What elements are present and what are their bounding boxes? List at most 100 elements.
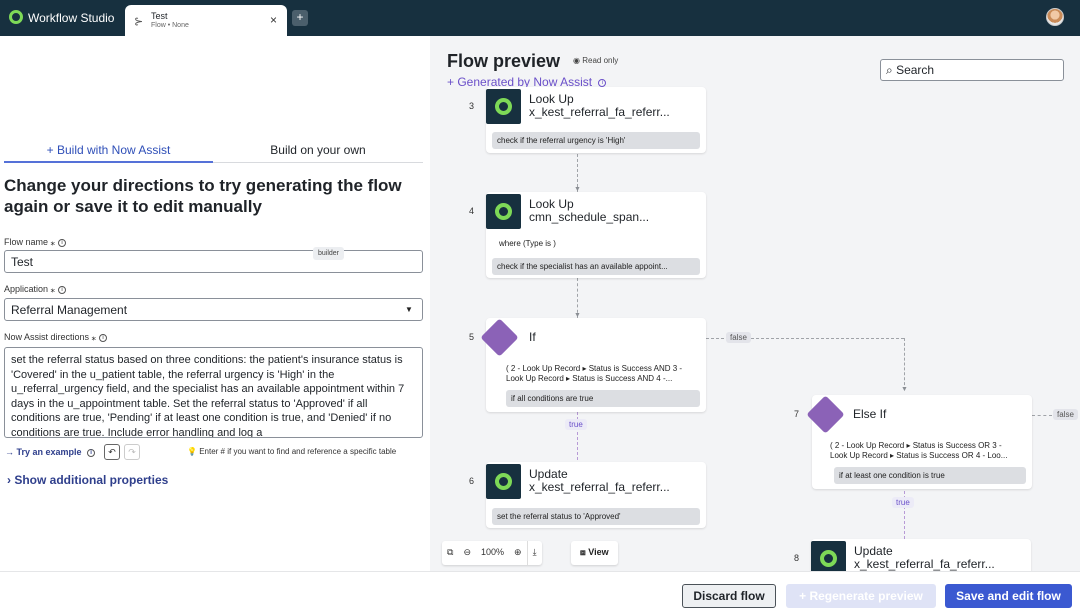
zoom-out-icon[interactable]: ⊖ xyxy=(458,541,476,565)
hint-text: Enter # if you want to find and referenc… xyxy=(199,447,397,456)
footer-actions: Discard flow + Regenerate preview Save a… xyxy=(0,571,1080,612)
step-annotation: if all conditions are true xyxy=(506,390,700,407)
application-label: Application ⁎ i xyxy=(4,284,67,295)
regenerate-preview-button[interactable]: + Regenerate preview xyxy=(786,584,936,608)
user-avatar[interactable] xyxy=(1046,8,1064,26)
table-reference-hint: 💡 Enter # if you want to find and refere… xyxy=(187,447,396,456)
else-if-step-card[interactable]: Else If ( 2 - Look Up Record ▸ Status is… xyxy=(806,395,1032,489)
download-icon[interactable]: ⤓ xyxy=(526,541,542,565)
application-label-text: Application ⁎ xyxy=(4,284,56,294)
step-title: Update x_kest_referral_fa_referr... xyxy=(529,468,670,494)
step-annotation: if at least one condition is true xyxy=(834,467,1026,484)
step-annotation: check if the referral urgency is 'High' xyxy=(492,132,700,149)
condition-line: ( 2 - Look Up Record ▸ Status is Success… xyxy=(830,441,1002,450)
step-number: 6 xyxy=(469,476,475,486)
undo-button[interactable]: ↶ xyxy=(104,444,120,460)
else-if-branch-icon xyxy=(806,395,845,434)
flow-icon: ⊱ xyxy=(134,16,144,28)
discard-flow-button[interactable]: Discard flow xyxy=(682,584,776,608)
flow-step-card[interactable]: Look Up x_kest_referral_fa_referr... che… xyxy=(486,87,706,153)
info-icon[interactable]: i xyxy=(58,238,67,247)
step-table: x_kest_referral_fa_referr... xyxy=(854,557,995,571)
lightbulb-icon: 💡 xyxy=(187,447,197,456)
else-if-condition: ( 2 - Look Up Record ▸ Status is Success… xyxy=(830,441,1030,461)
directions-textarea[interactable]: set the referral status based on three c… xyxy=(4,347,423,438)
view-options-icon: ⧈ xyxy=(580,547,586,557)
directions-label-text: Now Assist directions ⁎ xyxy=(4,332,97,342)
flow-name-label-text: Flow name ⁎ xyxy=(4,237,56,247)
step-title: Look Up x_kest_referral_fa_referr... xyxy=(529,93,670,119)
tab-title: Test xyxy=(151,11,168,21)
page-heading: Change your directions to try generating… xyxy=(4,176,402,216)
step-table: cmn_schedule_span... xyxy=(529,210,650,224)
step-number: 3 xyxy=(469,101,475,111)
step-table: x_kest_referral_fa_referr... xyxy=(529,480,670,494)
tab-subtitle: Flow • None xyxy=(151,22,189,29)
build-panel: + Build with Now Assist Build on your ow… xyxy=(0,36,430,571)
flow-preview-panel: Flow preview ◉ Read only + Generated by … xyxy=(430,36,1080,571)
save-and-edit-flow-button[interactable]: Save and edit flow xyxy=(945,584,1072,608)
step-title: If xyxy=(529,330,536,344)
show-additional-properties[interactable]: › Show additional properties xyxy=(7,473,168,487)
read-only-label: Read only xyxy=(582,56,619,65)
condition-line: Look Up Record ▸ Status is Success OR 4 … xyxy=(830,451,1008,460)
search-input[interactable]: ⌕ Search xyxy=(880,59,1064,81)
servicenow-logo-icon xyxy=(9,10,23,24)
if-step-card[interactable]: If ( 2 - Look Up Record ▸ Status is Succ… xyxy=(480,318,706,412)
step-condition: where (Type is ) xyxy=(499,239,556,248)
connector-line xyxy=(1032,415,1052,416)
tab-test-flow[interactable]: ⊱ Test Flow • None × xyxy=(125,5,287,36)
eye-icon: ◉ xyxy=(573,56,580,65)
search-placeholder: Search xyxy=(896,63,935,77)
if-condition: ( 2 - Look Up Record ▸ Status is Success… xyxy=(506,364,704,384)
info-icon[interactable]: i xyxy=(58,285,67,294)
builder-badge: builder xyxy=(313,247,345,260)
try-example-link[interactable]: → Try an example i xyxy=(5,447,96,457)
application-select[interactable]: Referral Management xyxy=(4,298,423,321)
connector-line xyxy=(904,486,905,539)
condition-line: ( 2 - Look Up Record ▸ Status is Success… xyxy=(506,364,683,373)
false-branch-label: false xyxy=(726,332,751,343)
search-icon: ⌕ xyxy=(886,63,893,77)
redo-button[interactable]: ↷ xyxy=(124,444,140,460)
top-bar: Workflow Studio ⊱ Test Flow • None × + xyxy=(0,0,1080,36)
info-icon[interactable]: i xyxy=(99,333,108,342)
directions-label: Now Assist directions ⁎ i xyxy=(4,332,108,343)
true-branch-label: true xyxy=(565,419,587,430)
arrow-down-icon: ▼ xyxy=(901,386,908,393)
info-icon[interactable]: i xyxy=(87,448,96,457)
try-example-label: Try an example xyxy=(16,447,82,457)
lookup-step-icon xyxy=(486,194,521,229)
zoom-toolbar: ⧉ ⊖ 100% ⊕ ⤓ xyxy=(442,541,542,565)
step-table: x_kest_referral_fa_referr... xyxy=(529,105,670,119)
zoom-in-icon[interactable]: ⊕ xyxy=(509,541,527,565)
view-button[interactable]: ⧈ View xyxy=(571,541,618,565)
tab-build-on-your-own[interactable]: Build on your own xyxy=(213,143,423,163)
close-tab-icon[interactable]: × xyxy=(270,13,277,27)
flow-step-card[interactable]: Update x_kest_referral_fa_referr... xyxy=(811,539,1031,571)
view-label: View xyxy=(588,547,609,557)
flow-name-input[interactable]: Test xyxy=(4,250,423,273)
step-title: Look Up cmn_schedule_span... xyxy=(529,198,649,224)
step-number: 4 xyxy=(469,206,475,216)
if-branch-icon xyxy=(480,318,519,357)
lookup-step-icon xyxy=(486,89,521,124)
flow-step-card[interactable]: Update x_kest_referral_fa_referr... set … xyxy=(486,462,706,528)
zoom-level: 100% xyxy=(480,547,505,557)
chevron-right-icon: › xyxy=(7,473,11,487)
false-branch-label: false xyxy=(1053,409,1078,420)
flow-step-card[interactable]: Look Up cmn_schedule_span... where (Type… xyxy=(486,192,706,278)
add-tab-button[interactable]: + xyxy=(292,10,308,26)
step-annotation: set the referral status to 'Approved' xyxy=(492,508,700,525)
true-branch-label: true xyxy=(892,497,914,508)
tab-build-with-now-assist[interactable]: + Build with Now Assist xyxy=(4,143,213,163)
update-step-icon xyxy=(486,464,521,499)
step-number: 5 xyxy=(469,332,475,342)
update-step-icon xyxy=(811,541,846,571)
fit-screen-icon[interactable]: ⧉ xyxy=(442,541,458,565)
step-number: 8 xyxy=(794,553,800,563)
read-only-badge: ◉ Read only xyxy=(573,56,618,65)
chevron-down-icon: ▼ xyxy=(405,305,413,314)
info-icon[interactable]: i xyxy=(598,78,607,87)
connector-line xyxy=(904,338,905,390)
